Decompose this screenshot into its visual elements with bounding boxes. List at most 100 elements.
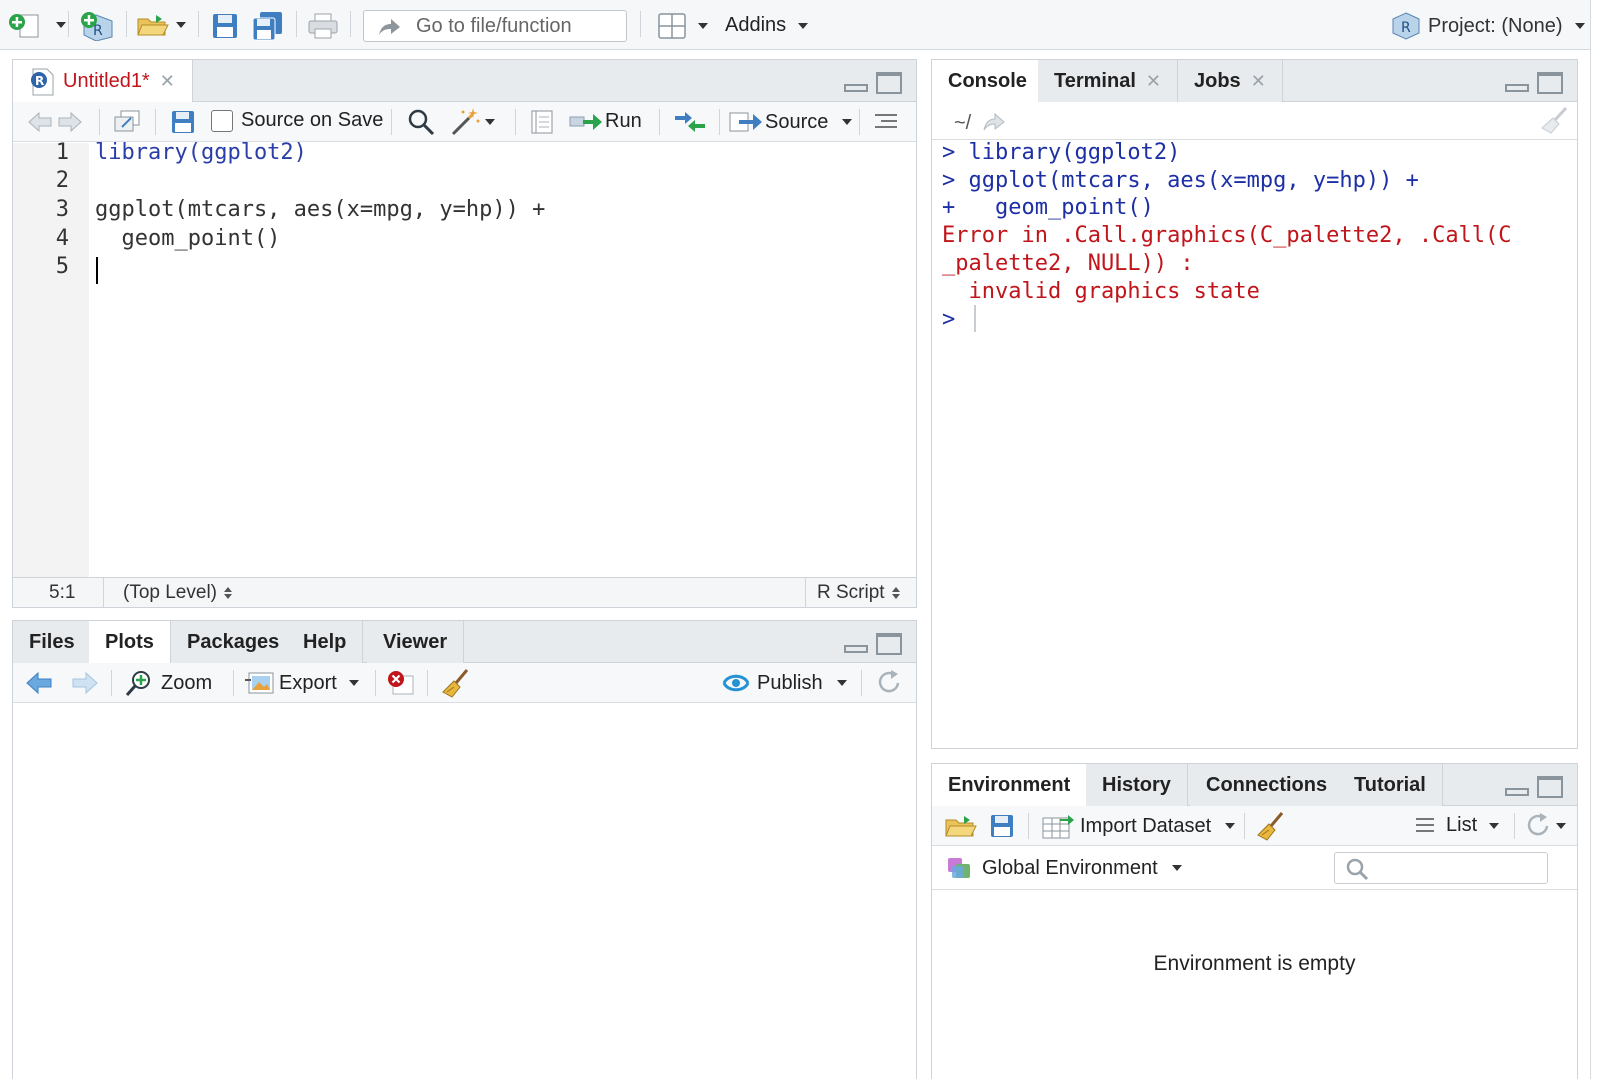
export-button[interactable]: Export bbox=[245, 670, 359, 696]
rerun-button[interactable] bbox=[673, 110, 707, 134]
publish-icon bbox=[722, 674, 750, 692]
compile-report-button[interactable] bbox=[529, 109, 555, 135]
maximize-pane-button[interactable] bbox=[876, 72, 902, 94]
line-number: 5 bbox=[55, 254, 69, 279]
close-tab-icon[interactable]: ✕ bbox=[1146, 71, 1161, 92]
rerun-icon bbox=[675, 112, 705, 132]
back-button[interactable] bbox=[27, 110, 53, 134]
code-line: library(ggplot2) bbox=[95, 140, 307, 165]
chevron-down-icon bbox=[485, 119, 495, 125]
project-menu[interactable]: R Project: (None) bbox=[1392, 12, 1585, 40]
minimize-pane-button[interactable] bbox=[844, 84, 868, 92]
chevron-down-icon bbox=[798, 22, 809, 29]
new-project-button[interactable]: R bbox=[80, 11, 116, 41]
forward-button[interactable] bbox=[57, 110, 83, 134]
console-error-line: invalid graphics state bbox=[942, 279, 1260, 304]
print-button[interactable] bbox=[308, 13, 338, 39]
svg-text:R: R bbox=[35, 74, 44, 88]
tab-untitled1[interactable]: R Untitled1* ✕ bbox=[13, 60, 193, 103]
working-directory[interactable]: ~/ bbox=[954, 112, 971, 135]
global-environment-selector[interactable]: Global Environment bbox=[946, 854, 1182, 882]
close-tab-icon[interactable]: ✕ bbox=[160, 71, 175, 92]
code-tools-button[interactable] bbox=[449, 107, 495, 137]
console-output[interactable]: > library(ggplot2) > ggplot(mtcars, aes(… bbox=[932, 140, 1577, 748]
popout-window-icon bbox=[114, 110, 140, 132]
workspace-panes-button[interactable] bbox=[658, 13, 708, 39]
tab-plots[interactable]: Plots bbox=[89, 621, 171, 664]
source-on-save-checkbox[interactable]: Source on Save bbox=[211, 109, 383, 132]
remove-plot-button[interactable] bbox=[387, 670, 415, 696]
view-mode-menu[interactable]: List bbox=[1414, 814, 1500, 837]
tab-help[interactable]: Help bbox=[287, 621, 364, 663]
import-dataset-button[interactable]: Import Dataset bbox=[1042, 813, 1236, 839]
find-replace-button[interactable] bbox=[407, 108, 435, 136]
tab-tutorial[interactable]: Tutorial bbox=[1338, 764, 1443, 806]
save-source-button[interactable] bbox=[171, 110, 195, 134]
search-icon bbox=[1346, 858, 1369, 881]
save-workspace-button[interactable] bbox=[990, 814, 1014, 838]
environment-search-input[interactable] bbox=[1334, 852, 1548, 884]
svg-text:R: R bbox=[1401, 20, 1411, 36]
clear-console-broom-icon[interactable] bbox=[1539, 106, 1569, 134]
env-scope-bar: Global Environment bbox=[932, 846, 1577, 890]
close-tab-icon[interactable]: ✕ bbox=[1251, 71, 1266, 92]
chevron-down-icon bbox=[842, 119, 853, 125]
console-tabbar: Console Terminal ✕ Jobs ✕ bbox=[932, 60, 1577, 103]
open-file-button[interactable] bbox=[136, 13, 186, 37]
maximize-pane-button[interactable] bbox=[876, 633, 902, 655]
new-file-button[interactable] bbox=[8, 12, 66, 38]
file-type-selector[interactable]: R Script bbox=[817, 582, 900, 604]
goto-file-function-input[interactable]: Go to file/function bbox=[363, 10, 627, 42]
minimize-pane-button[interactable] bbox=[1505, 84, 1529, 92]
main-toolbar: R Go to file/function Addins R Project: … bbox=[0, 0, 1590, 50]
tab-connections[interactable]: Connections bbox=[1190, 764, 1345, 806]
previous-plot-button[interactable] bbox=[25, 671, 53, 695]
tab-packages[interactable]: Packages bbox=[171, 621, 297, 663]
chevron-down-icon bbox=[836, 680, 847, 686]
tab-terminal[interactable]: Terminal ✕ bbox=[1038, 60, 1178, 102]
chevron-down-icon bbox=[176, 22, 186, 28]
environment-cubes-icon bbox=[948, 858, 970, 878]
r-project-icon: R bbox=[1392, 12, 1420, 40]
zoom-button[interactable]: Zoom bbox=[125, 669, 212, 697]
minimize-pane-button[interactable] bbox=[844, 645, 868, 653]
run-arrow-icon bbox=[569, 113, 602, 130]
source-toolbar: Source on Save Run Source bbox=[13, 102, 916, 142]
run-button[interactable]: Run bbox=[569, 110, 642, 133]
source-button[interactable]: Source bbox=[729, 110, 853, 134]
new-file-icon bbox=[9, 14, 39, 38]
scope-selector[interactable]: (Top Level) bbox=[123, 582, 232, 604]
tab-environment[interactable]: Environment bbox=[932, 764, 1088, 807]
tab-jobs[interactable]: Jobs ✕ bbox=[1178, 60, 1283, 102]
text-cursor bbox=[96, 257, 98, 284]
tab-files[interactable]: Files bbox=[13, 621, 92, 663]
broom-icon bbox=[1257, 812, 1284, 841]
refresh-plot-button[interactable] bbox=[875, 669, 903, 697]
document-outline-button[interactable] bbox=[873, 112, 899, 132]
maximize-pane-button[interactable] bbox=[1537, 72, 1563, 94]
clear-objects-button[interactable] bbox=[1256, 811, 1286, 841]
load-workspace-button[interactable] bbox=[944, 814, 978, 838]
show-in-new-window-button[interactable] bbox=[113, 108, 141, 134]
go-to-arrow-icon bbox=[379, 19, 400, 35]
maximize-pane-button[interactable] bbox=[1537, 776, 1563, 798]
tab-history[interactable]: History bbox=[1086, 764, 1188, 806]
tab-viewer[interactable]: Viewer bbox=[367, 621, 465, 663]
source-arrow-icon bbox=[729, 112, 762, 132]
code-line: geom_point() bbox=[95, 226, 281, 251]
console-prompt: > bbox=[942, 307, 969, 332]
next-plot-button[interactable] bbox=[71, 671, 99, 695]
chevron-down-icon bbox=[348, 680, 359, 686]
addins-menu[interactable]: Addins bbox=[725, 14, 809, 37]
go-to-directory-icon[interactable] bbox=[982, 112, 1006, 132]
save-button[interactable] bbox=[212, 13, 238, 39]
new-project-icon: R bbox=[81, 12, 113, 41]
tab-console[interactable]: Console bbox=[932, 60, 1044, 103]
minimize-pane-button[interactable] bbox=[1505, 788, 1529, 796]
arrow-right-icon bbox=[58, 111, 82, 133]
save-all-button[interactable] bbox=[252, 11, 284, 41]
console-line: > ggplot(mtcars, aes(x=mpg, y=hp)) + bbox=[942, 168, 1419, 193]
clear-all-plots-button[interactable] bbox=[441, 668, 471, 698]
publish-button[interactable]: Publish bbox=[721, 670, 847, 696]
refresh-env-button[interactable] bbox=[1524, 812, 1566, 840]
